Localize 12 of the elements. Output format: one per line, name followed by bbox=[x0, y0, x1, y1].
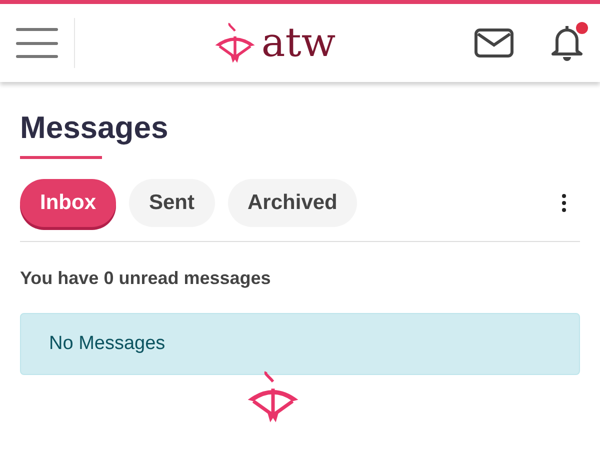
tab[interactable]: Sent bbox=[129, 179, 215, 227]
hanger-icon bbox=[213, 21, 258, 65]
more-options-icon[interactable] bbox=[562, 194, 568, 212]
menu-icon[interactable] bbox=[16, 28, 58, 58]
unread-summary: You have 0 unread messages bbox=[20, 268, 272, 289]
hanger-loading-icon bbox=[245, 369, 301, 425]
mail-icon[interactable] bbox=[474, 28, 514, 58]
page-title: Messages bbox=[20, 110, 168, 146]
empty-alert: No Messages bbox=[20, 313, 580, 375]
logo-text[interactable]: atw bbox=[261, 23, 336, 63]
tab[interactable]: Inbox bbox=[20, 179, 116, 227]
tab[interactable]: Archived bbox=[228, 179, 358, 227]
